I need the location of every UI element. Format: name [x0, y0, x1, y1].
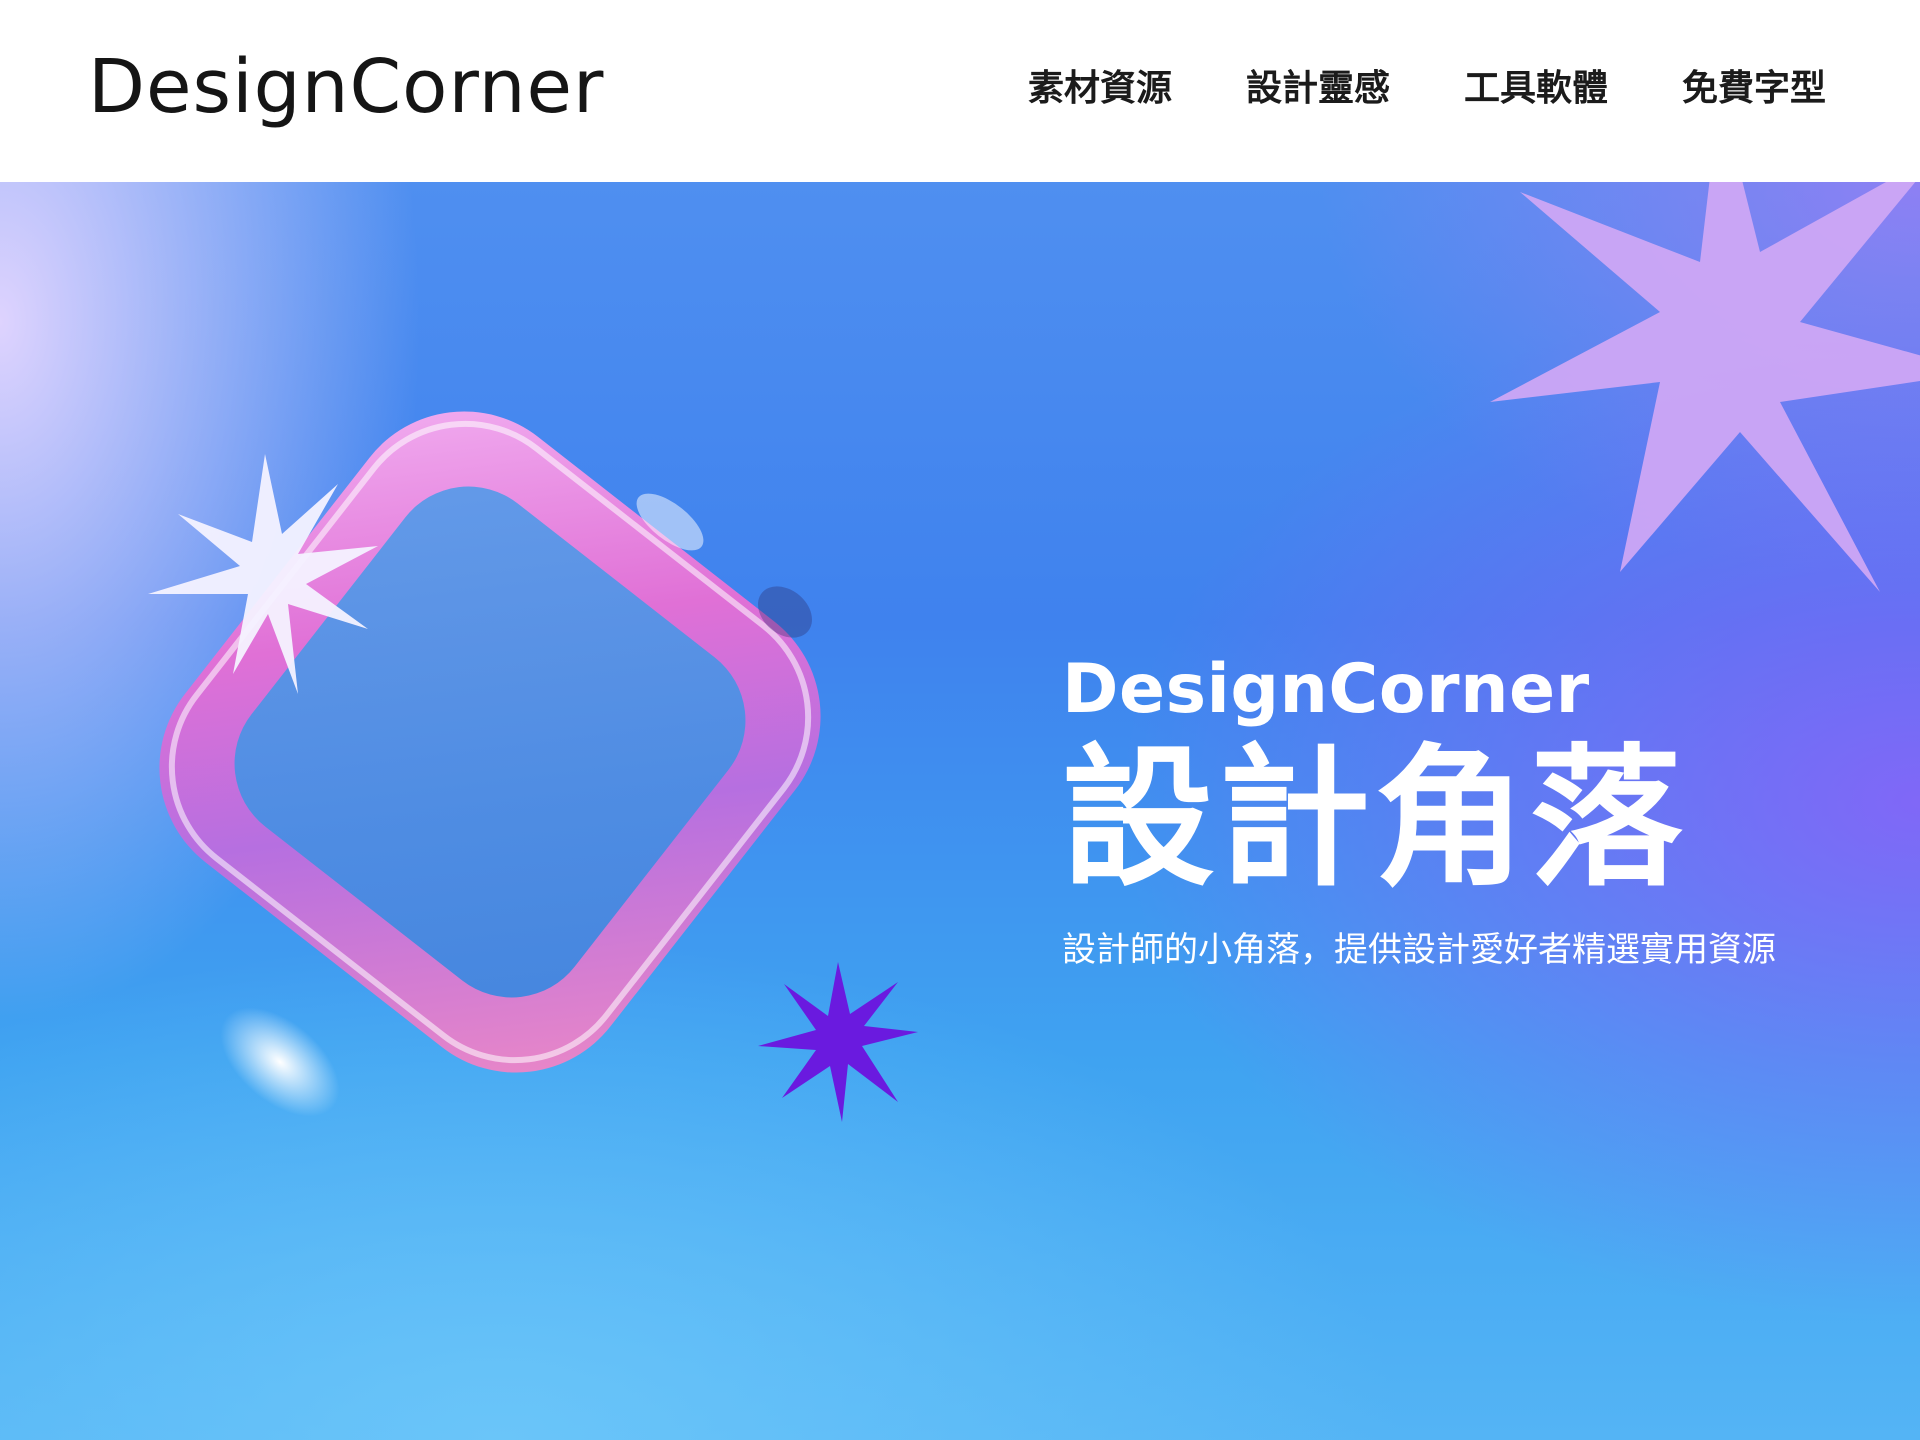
- site-logo[interactable]: DesignCorner: [88, 44, 604, 130]
- large-starburst-icon: [1490, 182, 1920, 592]
- main-nav: 素材資源 設計靈感 工具軟體 免費字型: [1028, 64, 1826, 114]
- sparkle-star-icon: [148, 454, 378, 694]
- hero-brand-name: DesignCorner: [1062, 650, 1590, 729]
- hero-subtitle: 設計師的小角落，提供設計愛好者精選實用資源: [1062, 930, 1776, 970]
- nav-item-tools[interactable]: 工具軟體: [1464, 64, 1608, 114]
- site-header: DesignCorner 素材資源 設計靈感 工具軟體 免費字型: [0, 0, 1920, 182]
- hero-banner: DesignCorner 設計角落 設計師的小角落，提供設計愛好者精選實用資源: [0, 182, 1920, 1440]
- hero-text-block: DesignCorner 設計角落 設計師的小角落，提供設計愛好者精選實用資源: [1062, 650, 1776, 974]
- hero-title: 設計角落: [1062, 730, 1686, 907]
- nav-item-materials[interactable]: 素材資源: [1028, 64, 1172, 114]
- nav-item-inspiration[interactable]: 設計靈感: [1246, 64, 1390, 114]
- spiky-star-icon: [758, 962, 918, 1122]
- nav-item-fonts[interactable]: 免費字型: [1682, 64, 1826, 114]
